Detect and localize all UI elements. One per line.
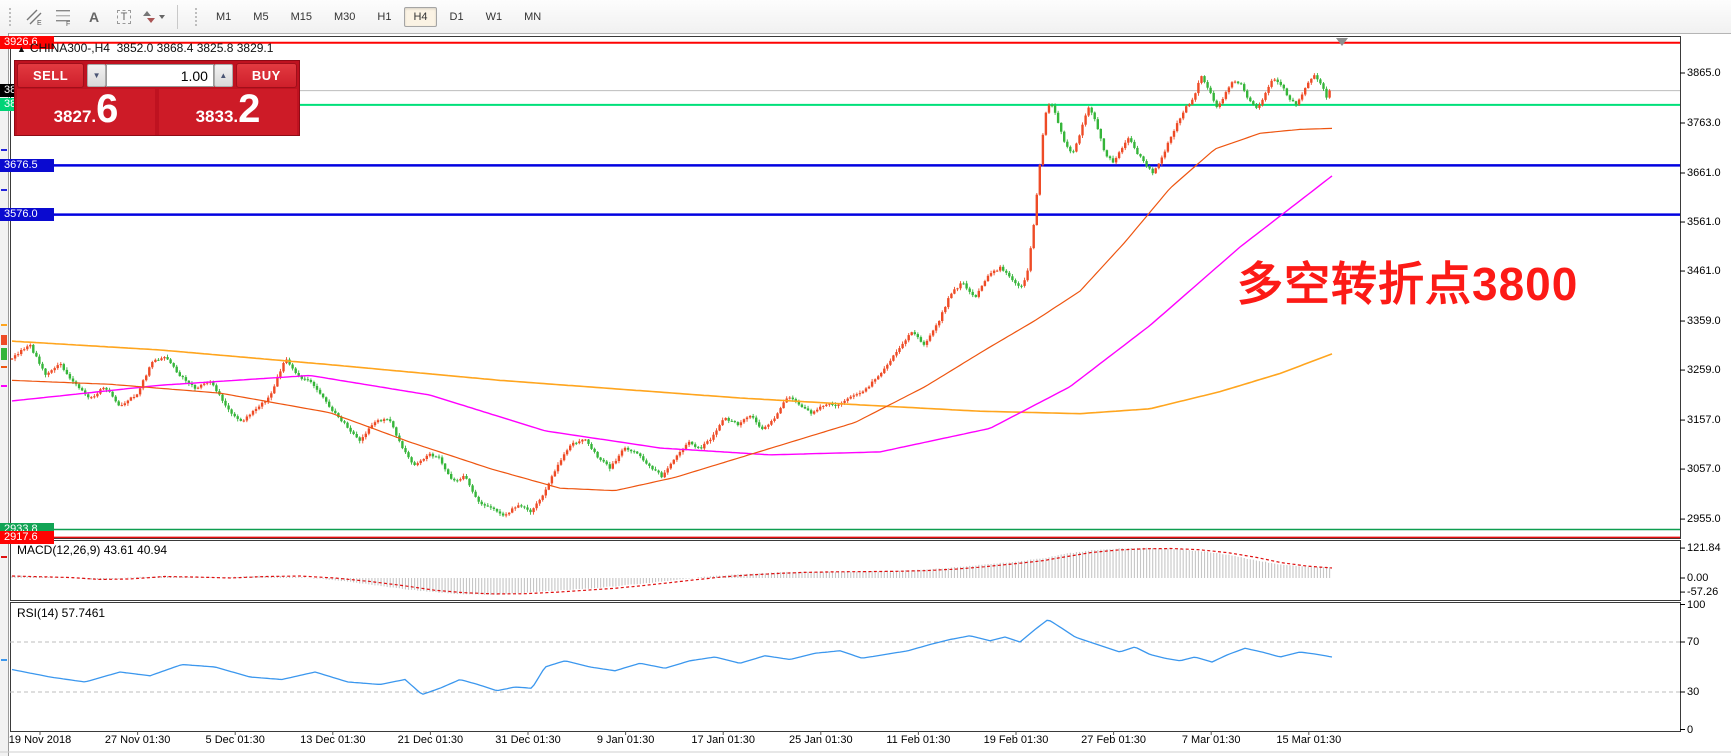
rsi-label: RSI(14) 57.7461 — [17, 606, 105, 620]
one-click-trading-panel: SELL ▼ ▲ BUY 3827.6 3833.2 — [14, 60, 300, 136]
mt4-application: E F A T M1 M5 M15 M30 H1 H4 D1 W1 — [0, 0, 1731, 756]
chart-ohlc-header: ▲ CHINA300-,H4 3852.0 3868.4 3825.8 3829.… — [17, 41, 273, 55]
sell-price[interactable]: 3827.6 — [17, 89, 155, 135]
volume-decrease-button[interactable]: ▼ — [87, 64, 106, 87]
buy-price[interactable]: 3833.2 — [159, 89, 297, 135]
tick-direction-icon: ▲ — [17, 44, 26, 54]
ohlc-values: 3852.0 3868.4 3825.8 3829.1 — [117, 41, 274, 55]
buy-button[interactable]: BUY — [236, 63, 297, 88]
chart-text-annotation[interactable]: 多空转折点3800 — [1237, 248, 1578, 314]
macd-label: MACD(12,26,9) 43.61 40.94 — [17, 543, 167, 557]
volume-increase-button[interactable]: ▲ — [214, 64, 233, 87]
chart-shift-marker-icon[interactable] — [1336, 38, 1348, 46]
sell-button[interactable]: SELL — [17, 63, 84, 88]
volume-input[interactable] — [106, 64, 214, 87]
symbol-timeframe: CHINA300-,H4 — [30, 41, 110, 55]
